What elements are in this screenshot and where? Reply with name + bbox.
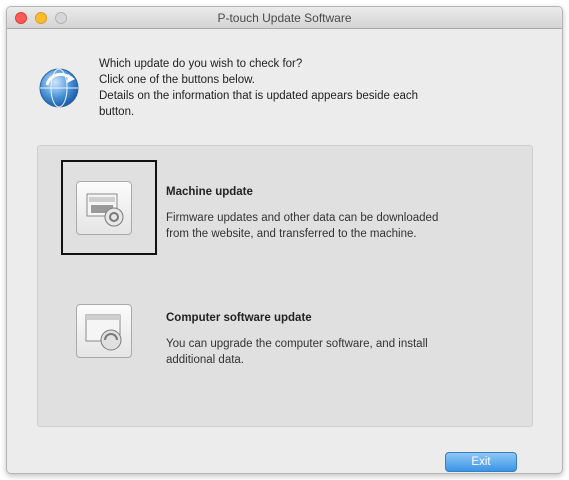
machine-update-title: Machine update (166, 186, 253, 198)
update-software-window: P-touch Update Software Which update do … (6, 6, 563, 474)
description-line: You can upgrade the computer software, a… (166, 338, 428, 350)
computer-software-update-title: Computer software update (166, 312, 312, 324)
machine-update-button[interactable] (76, 181, 132, 235)
instruction-line: Details on the information that is updat… (99, 90, 419, 102)
machine-update-icon (86, 193, 124, 227)
title-bar: P-touch Update Software (7, 7, 562, 29)
machine-update-description: Firmware updates and other data can be d… (166, 210, 536, 242)
computer-software-update-description: You can upgrade the computer software, a… (166, 336, 536, 368)
computer-software-update-button[interactable] (76, 304, 132, 358)
instruction-line: button. (99, 106, 135, 118)
exit-button[interactable]: Exit (445, 452, 517, 472)
instruction-line: Which update do you wish to check for? (99, 58, 303, 70)
window-title: P-touch Update Software (217, 11, 352, 25)
description-line: additional data. (166, 354, 245, 366)
description-line: Firmware updates and other data can be d… (166, 212, 439, 224)
instruction-line: Click one of the buttons below. (99, 74, 255, 86)
update-options-panel: Machine update Firmware updates and othe… (37, 145, 533, 427)
instructions-text: Which update do you wish to check for? C… (99, 56, 529, 120)
update-globe-icon (37, 65, 81, 109)
computer-software-update-icon (85, 314, 122, 351)
description-line: from the website, and transferred to the… (166, 228, 417, 240)
